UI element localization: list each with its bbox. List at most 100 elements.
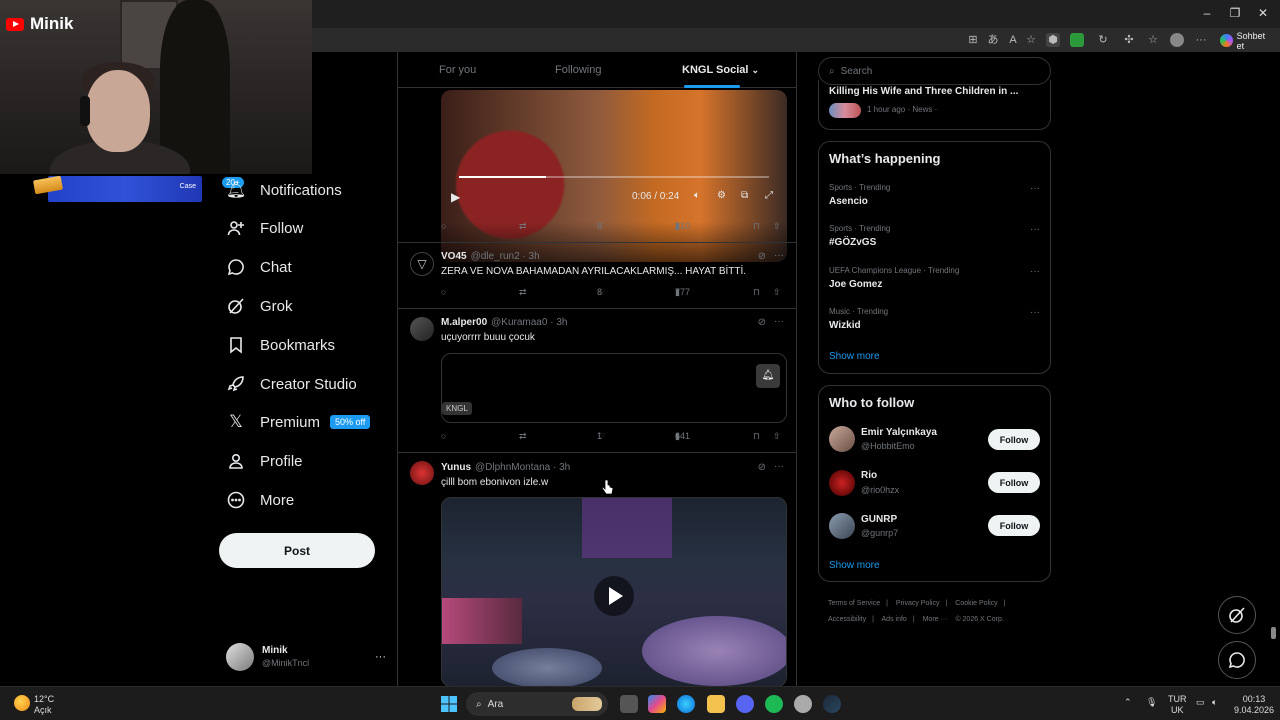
tweet-avatar[interactable]	[410, 461, 434, 485]
footer-link[interactable]: Cookie Policy	[955, 600, 997, 607]
nav-profile[interactable]: Profile	[226, 446, 303, 476]
read-aloud-icon[interactable]: A	[1006, 33, 1020, 47]
network-icon[interactable]: ▭	[1196, 697, 1205, 708]
maximize-button[interactable]: ❐	[1226, 6, 1244, 20]
nav-chat[interactable]: Chat	[226, 252, 292, 282]
share-icon[interactable]: ⇧	[773, 431, 781, 442]
task-view-icon[interactable]	[620, 695, 638, 713]
pip-icon[interactable]: ⧉	[741, 190, 748, 201]
close-window-button[interactable]: ✕	[1254, 6, 1272, 20]
tweet-author-name[interactable]: Yunus	[441, 462, 471, 473]
repost-icon[interactable]: ⇄	[519, 221, 527, 232]
favorite-star-icon[interactable]: ☆	[1024, 33, 1038, 47]
spotify-icon[interactable]	[765, 695, 783, 713]
page-scrollbar[interactable]	[1271, 627, 1276, 639]
footer-link[interactable]: More ···	[923, 616, 948, 623]
tray-overflow-icon[interactable]: ⌃	[1124, 697, 1132, 708]
link-card[interactable]: KNGL 🔔︎	[441, 353, 787, 423]
discord-icon[interactable]	[736, 695, 754, 713]
trend-name[interactable]: #GÖZvGS	[829, 237, 876, 248]
trend-more-icon[interactable]: ···	[1030, 266, 1040, 277]
app-icon[interactable]	[794, 695, 812, 713]
trend-name[interactable]: Wizkid	[829, 320, 861, 331]
volume-icon[interactable]: 🔈︎	[1212, 697, 1217, 708]
tweet-author-name[interactable]: VO45	[441, 251, 467, 262]
weather-icon[interactable]	[14, 695, 30, 711]
nav-follow[interactable]: Follow	[226, 213, 303, 243]
nav-creator-studio[interactable]: Creator Studio	[226, 369, 357, 399]
translate-icon[interactable]: あ	[986, 33, 1000, 47]
nav-notifications[interactable]: 🔔︎ Notifications	[226, 175, 342, 205]
tab-following[interactable]: Following	[555, 64, 601, 76]
copilot-app-icon[interactable]	[648, 695, 666, 713]
copilot-button[interactable]: Sohbet et	[1216, 31, 1280, 51]
nav-premium[interactable]: 𝕏 Premium 50% off	[226, 407, 371, 437]
bookmark-action-icon[interactable]: ⊓	[753, 287, 760, 298]
tweet-avatar[interactable]: ▽	[410, 252, 434, 276]
post-button[interactable]: Post	[219, 533, 375, 568]
video-player[interactable]	[441, 497, 787, 686]
follow-button[interactable]: Follow	[988, 429, 1040, 450]
extension-icon[interactable]: ⬢	[1046, 33, 1060, 47]
grok-icon[interactable]: ⊘	[758, 317, 766, 328]
follow-button[interactable]: Follow	[988, 472, 1040, 493]
card-bell-icon[interactable]: 🔔︎	[756, 364, 780, 388]
user-avatar[interactable]	[829, 513, 855, 539]
follow-button[interactable]: Follow	[988, 515, 1040, 536]
trend-name[interactable]: Asencio	[829, 196, 868, 207]
language-indicator[interactable]: TUR UK	[1168, 694, 1187, 716]
repost-icon[interactable]: ⇄	[519, 287, 527, 298]
settings-gear-icon[interactable]: ⚙	[717, 190, 726, 201]
profile-avatar-icon[interactable]	[1170, 33, 1184, 47]
nav-grok[interactable]: Grok	[226, 291, 293, 321]
weather-widget[interactable]: 12°C Açık	[34, 694, 54, 716]
grok-icon[interactable]: ⊘	[758, 251, 766, 262]
tweet-more-icon[interactable]: ···	[774, 316, 784, 327]
trend-more-icon[interactable]: ···	[1030, 183, 1040, 194]
user-name[interactable]: Rio	[861, 470, 877, 481]
tweet-more-icon[interactable]: ···	[774, 461, 784, 472]
footer-link[interactable]: Ads info	[882, 616, 907, 623]
tweet-more-icon[interactable]: ···	[774, 250, 784, 261]
clock[interactable]: 00:13 9.04.2026	[1234, 694, 1274, 716]
extensions-puzzle-icon[interactable]: ✣	[1122, 33, 1136, 47]
trend-more-icon[interactable]: ···	[1030, 307, 1040, 318]
bookmark-action-icon[interactable]: ⊓	[753, 431, 760, 442]
taskbar-search[interactable]: ⌕ Ara	[466, 692, 608, 716]
share-icon[interactable]: ⇧	[773, 221, 781, 232]
trend-more-icon[interactable]: ···	[1030, 224, 1040, 235]
file-explorer-icon[interactable]	[707, 695, 725, 713]
messages-float-button[interactable]	[1218, 641, 1256, 679]
fullscreen-icon[interactable]: ⤢	[765, 190, 773, 201]
show-more-link[interactable]: Show more	[829, 351, 880, 362]
windows-start-icon[interactable]	[440, 695, 458, 713]
reply-icon[interactable]: ○	[441, 431, 446, 441]
news-headline[interactable]: Killing His Wife and Three Children in .…	[829, 86, 1018, 97]
reply-icon[interactable]: ○	[441, 221, 446, 231]
footer-link[interactable]: Accessibility	[828, 616, 866, 623]
video-progress-bar[interactable]	[459, 176, 769, 178]
footer-link[interactable]: Terms of Service	[828, 600, 880, 607]
account-switcher[interactable]: Minik @MinikTncl ···	[226, 642, 386, 672]
edge-browser-icon[interactable]	[677, 695, 695, 713]
timeline-feed[interactable]: For you Following KNGL Social ⌄ ▶ 0:06 /…	[397, 52, 797, 686]
repost-icon[interactable]: ⇄	[519, 431, 527, 442]
user-name[interactable]: GUNRP	[861, 514, 897, 525]
play-icon[interactable]: ▶	[451, 190, 460, 204]
steam-icon[interactable]	[823, 695, 841, 713]
grok-icon[interactable]: ⊘	[758, 462, 766, 473]
bookmark-action-icon[interactable]: ⊓	[753, 221, 760, 232]
user-avatar[interactable]	[829, 470, 855, 496]
nav-bookmarks[interactable]: Bookmarks	[226, 330, 335, 360]
volume-icon[interactable]: 🔈︎	[694, 190, 700, 201]
news-panel[interactable]: Killing His Wife and Three Children in .…	[818, 80, 1051, 130]
user-name[interactable]: Emir Yalçınkaya	[861, 427, 937, 438]
browser-menu-icon[interactable]: ···	[1194, 33, 1208, 47]
show-more-link[interactable]: Show more	[829, 560, 880, 571]
reply-icon[interactable]: ○	[441, 287, 446, 297]
footer-link[interactable]: Privacy Policy	[896, 600, 940, 607]
user-avatar[interactable]	[829, 426, 855, 452]
minimize-button[interactable]: –	[1198, 6, 1216, 20]
tab-kngl-social[interactable]: KNGL Social ⌄	[682, 64, 759, 76]
microphone-icon[interactable]: 🎙︎	[1146, 697, 1157, 708]
